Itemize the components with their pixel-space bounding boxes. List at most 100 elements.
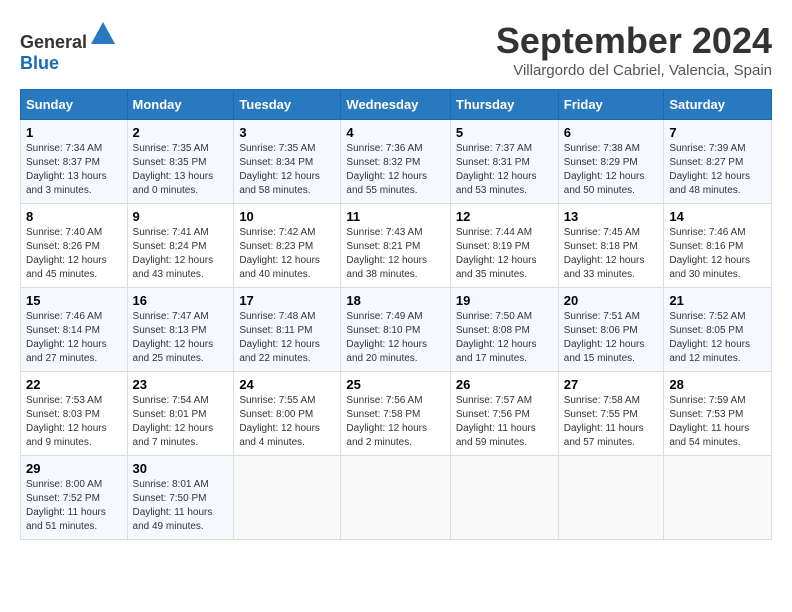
day-info-5: Sunrise: 7:37 AM Sunset: 8:31 PM Dayligh…: [456, 142, 553, 198]
day-cell-24: 24 Sunrise: 7:55 AM Sunset: 8:00 PM Dayl…: [234, 372, 341, 456]
day-info-12: Sunrise: 7:44 AM Sunset: 8:19 PM Dayligh…: [456, 226, 553, 282]
day-number-7: 7: [669, 125, 766, 140]
day-info-7: Sunrise: 7:39 AM Sunset: 8:27 PM Dayligh…: [669, 142, 766, 198]
day-cell-7: 7 Sunrise: 7:39 AM Sunset: 8:27 PM Dayli…: [664, 120, 772, 204]
day-cell-3: 3 Sunrise: 7:35 AM Sunset: 8:34 PM Dayli…: [234, 120, 341, 204]
day-info-6: Sunrise: 7:38 AM Sunset: 8:29 PM Dayligh…: [564, 142, 659, 198]
day-cell-6: 6 Sunrise: 7:38 AM Sunset: 8:29 PM Dayli…: [558, 120, 664, 204]
day-info-30: Sunrise: 8:01 AM Sunset: 7:50 PM Dayligh…: [133, 478, 229, 534]
day-cell-27: 27 Sunrise: 7:58 AM Sunset: 7:55 PM Dayl…: [558, 372, 664, 456]
day-info-11: Sunrise: 7:43 AM Sunset: 8:21 PM Dayligh…: [346, 226, 444, 282]
day-number-29: 29: [26, 461, 122, 476]
day-number-23: 23: [133, 377, 229, 392]
day-info-20: Sunrise: 7:51 AM Sunset: 8:06 PM Dayligh…: [564, 310, 659, 366]
header-monday: Monday: [127, 90, 234, 120]
day-info-15: Sunrise: 7:46 AM Sunset: 8:14 PM Dayligh…: [26, 310, 122, 366]
day-number-6: 6: [564, 125, 659, 140]
day-cell-19: 19 Sunrise: 7:50 AM Sunset: 8:08 PM Dayl…: [450, 288, 558, 372]
day-info-14: Sunrise: 7:46 AM Sunset: 8:16 PM Dayligh…: [669, 226, 766, 282]
day-info-18: Sunrise: 7:49 AM Sunset: 8:10 PM Dayligh…: [346, 310, 444, 366]
day-number-30: 30: [133, 461, 229, 476]
empty-cell-3: [450, 456, 558, 540]
day-number-11: 11: [346, 209, 444, 224]
day-info-26: Sunrise: 7:57 AM Sunset: 7:56 PM Dayligh…: [456, 394, 553, 450]
day-cell-11: 11 Sunrise: 7:43 AM Sunset: 8:21 PM Dayl…: [341, 204, 450, 288]
week-row-4: 22 Sunrise: 7:53 AM Sunset: 8:03 PM Dayl…: [21, 372, 772, 456]
day-info-8: Sunrise: 7:40 AM Sunset: 8:26 PM Dayligh…: [26, 226, 122, 282]
day-cell-1: 1 Sunrise: 7:34 AM Sunset: 8:37 PM Dayli…: [21, 120, 128, 204]
day-number-19: 19: [456, 293, 553, 308]
week-row-1: 1 Sunrise: 7:34 AM Sunset: 8:37 PM Dayli…: [21, 120, 772, 204]
day-cell-8: 8 Sunrise: 7:40 AM Sunset: 8:26 PM Dayli…: [21, 204, 128, 288]
day-info-28: Sunrise: 7:59 AM Sunset: 7:53 PM Dayligh…: [669, 394, 766, 450]
day-cell-22: 22 Sunrise: 7:53 AM Sunset: 8:03 PM Dayl…: [21, 372, 128, 456]
day-number-25: 25: [346, 377, 444, 392]
day-number-17: 17: [239, 293, 335, 308]
day-cell-28: 28 Sunrise: 7:59 AM Sunset: 7:53 PM Dayl…: [664, 372, 772, 456]
day-cell-18: 18 Sunrise: 7:49 AM Sunset: 8:10 PM Dayl…: [341, 288, 450, 372]
day-info-23: Sunrise: 7:54 AM Sunset: 8:01 PM Dayligh…: [133, 394, 229, 450]
day-number-10: 10: [239, 209, 335, 224]
empty-cell-4: [558, 456, 664, 540]
day-cell-10: 10 Sunrise: 7:42 AM Sunset: 8:23 PM Dayl…: [234, 204, 341, 288]
day-info-22: Sunrise: 7:53 AM Sunset: 8:03 PM Dayligh…: [26, 394, 122, 450]
day-info-25: Sunrise: 7:56 AM Sunset: 7:58 PM Dayligh…: [346, 394, 444, 450]
empty-cell-1: [234, 456, 341, 540]
day-number-28: 28: [669, 377, 766, 392]
logo: General Blue: [20, 20, 117, 74]
day-number-3: 3: [239, 125, 335, 140]
header-tuesday: Tuesday: [234, 90, 341, 120]
title-block: September 2024 Villargordo del Cabriel, …: [496, 20, 772, 79]
day-number-20: 20: [564, 293, 659, 308]
weekday-header-row: Sunday Monday Tuesday Wednesday Thursday…: [21, 90, 772, 120]
day-cell-30: 30 Sunrise: 8:01 AM Sunset: 7:50 PM Dayl…: [127, 456, 234, 540]
header-wednesday: Wednesday: [341, 90, 450, 120]
week-row-3: 15 Sunrise: 7:46 AM Sunset: 8:14 PM Dayl…: [21, 288, 772, 372]
day-cell-29: 29 Sunrise: 8:00 AM Sunset: 7:52 PM Dayl…: [21, 456, 128, 540]
logo-blue: Blue: [20, 53, 59, 73]
day-cell-21: 21 Sunrise: 7:52 AM Sunset: 8:05 PM Dayl…: [664, 288, 772, 372]
logo-text: General Blue: [20, 20, 117, 74]
day-info-17: Sunrise: 7:48 AM Sunset: 8:11 PM Dayligh…: [239, 310, 335, 366]
day-cell-17: 17 Sunrise: 7:48 AM Sunset: 8:11 PM Dayl…: [234, 288, 341, 372]
month-title: September 2024: [496, 20, 772, 62]
day-info-16: Sunrise: 7:47 AM Sunset: 8:13 PM Dayligh…: [133, 310, 229, 366]
day-info-29: Sunrise: 8:00 AM Sunset: 7:52 PM Dayligh…: [26, 478, 122, 534]
day-number-2: 2: [133, 125, 229, 140]
day-cell-12: 12 Sunrise: 7:44 AM Sunset: 8:19 PM Dayl…: [450, 204, 558, 288]
day-info-4: Sunrise: 7:36 AM Sunset: 8:32 PM Dayligh…: [346, 142, 444, 198]
week-row-2: 8 Sunrise: 7:40 AM Sunset: 8:26 PM Dayli…: [21, 204, 772, 288]
empty-cell-5: [664, 456, 772, 540]
calendar-table: Sunday Monday Tuesday Wednesday Thursday…: [20, 89, 772, 540]
header-saturday: Saturday: [664, 90, 772, 120]
day-cell-23: 23 Sunrise: 7:54 AM Sunset: 8:01 PM Dayl…: [127, 372, 234, 456]
day-info-9: Sunrise: 7:41 AM Sunset: 8:24 PM Dayligh…: [133, 226, 229, 282]
day-cell-14: 14 Sunrise: 7:46 AM Sunset: 8:16 PM Dayl…: [664, 204, 772, 288]
week-row-5: 29 Sunrise: 8:00 AM Sunset: 7:52 PM Dayl…: [21, 456, 772, 540]
day-cell-25: 25 Sunrise: 7:56 AM Sunset: 7:58 PM Dayl…: [341, 372, 450, 456]
day-info-2: Sunrise: 7:35 AM Sunset: 8:35 PM Dayligh…: [133, 142, 229, 198]
day-cell-26: 26 Sunrise: 7:57 AM Sunset: 7:56 PM Dayl…: [450, 372, 558, 456]
day-cell-15: 15 Sunrise: 7:46 AM Sunset: 8:14 PM Dayl…: [21, 288, 128, 372]
day-number-13: 13: [564, 209, 659, 224]
day-cell-5: 5 Sunrise: 7:37 AM Sunset: 8:31 PM Dayli…: [450, 120, 558, 204]
day-number-1: 1: [26, 125, 122, 140]
day-number-12: 12: [456, 209, 553, 224]
day-info-10: Sunrise: 7:42 AM Sunset: 8:23 PM Dayligh…: [239, 226, 335, 282]
day-info-24: Sunrise: 7:55 AM Sunset: 8:00 PM Dayligh…: [239, 394, 335, 450]
header-friday: Friday: [558, 90, 664, 120]
logo-general: General: [20, 32, 87, 52]
day-info-27: Sunrise: 7:58 AM Sunset: 7:55 PM Dayligh…: [564, 394, 659, 450]
day-number-21: 21: [669, 293, 766, 308]
header-sunday: Sunday: [21, 90, 128, 120]
day-cell-16: 16 Sunrise: 7:47 AM Sunset: 8:13 PM Dayl…: [127, 288, 234, 372]
day-cell-9: 9 Sunrise: 7:41 AM Sunset: 8:24 PM Dayli…: [127, 204, 234, 288]
day-number-15: 15: [26, 293, 122, 308]
day-number-5: 5: [456, 125, 553, 140]
location-title: Villargordo del Cabriel, Valencia, Spain: [496, 62, 772, 79]
day-number-24: 24: [239, 377, 335, 392]
day-number-16: 16: [133, 293, 229, 308]
day-info-13: Sunrise: 7:45 AM Sunset: 8:18 PM Dayligh…: [564, 226, 659, 282]
day-info-21: Sunrise: 7:52 AM Sunset: 8:05 PM Dayligh…: [669, 310, 766, 366]
day-number-26: 26: [456, 377, 553, 392]
